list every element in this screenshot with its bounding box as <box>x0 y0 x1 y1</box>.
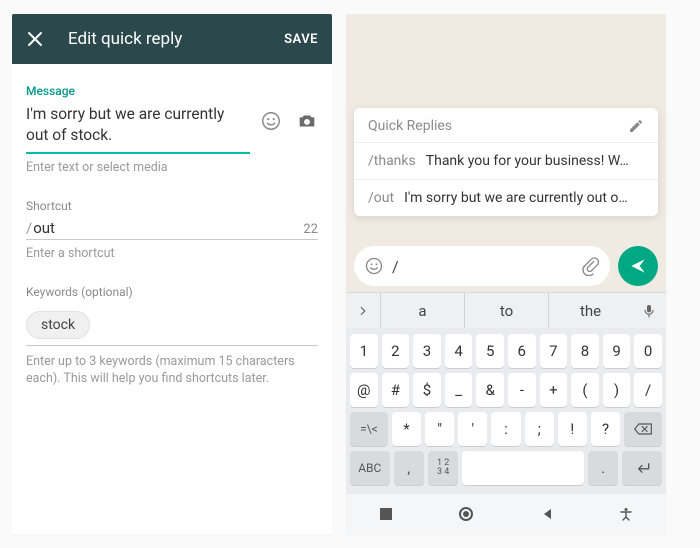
key[interactable]: ' <box>458 412 487 446</box>
key[interactable]: 8 <box>571 334 599 368</box>
keyboard-row: =\< * " ' : ; ! ? <box>350 412 662 446</box>
nav-recent-icon[interactable] <box>379 507 393 521</box>
compose-text: / <box>392 257 580 276</box>
key[interactable]: 2 <box>382 334 410 368</box>
quick-reply-cmd: /out <box>368 190 394 206</box>
key[interactable]: ! <box>558 412 587 446</box>
keywords-label: Keywords (optional) <box>26 285 318 299</box>
key-symshift[interactable]: =\< <box>350 412 388 446</box>
key-dot[interactable]: . <box>588 451 618 485</box>
keyboard-suggestion-bar: a to the <box>346 292 666 328</box>
emoji-icon[interactable] <box>260 110 282 132</box>
close-icon[interactable] <box>26 30 44 48</box>
key[interactable]: 1 <box>350 334 378 368</box>
shortcut-value: out <box>33 219 303 237</box>
message-label: Message <box>26 84 318 98</box>
key[interactable]: _ <box>445 373 473 407</box>
toolbar: Edit quick reply SAVE <box>12 14 332 64</box>
key[interactable]: 3 <box>413 334 441 368</box>
keywords-helper: Enter up to 3 keywords (maximum 15 chara… <box>26 354 318 388</box>
key[interactable]: $ <box>413 373 441 407</box>
message-input[interactable]: I'm sorry but we are currently out of st… <box>26 104 250 154</box>
key[interactable]: 7 <box>540 334 568 368</box>
key[interactable]: 0 <box>634 334 662 368</box>
save-button[interactable]: SAVE <box>284 32 318 47</box>
key[interactable]: / <box>634 373 662 407</box>
mic-icon[interactable] <box>632 303 666 319</box>
quick-replies-title: Quick Replies <box>368 118 452 134</box>
shortcut-helper: Enter a shortcut <box>26 246 318 261</box>
chat-background: Quick Replies /thanks Thank you for your… <box>346 14 666 292</box>
shortcut-slash: / <box>26 219 32 237</box>
keyboard-row: @ # $ _ & - + ( ) / <box>350 373 662 407</box>
key-mode[interactable]: ABC <box>350 451 390 485</box>
android-nav-bar <box>346 494 666 534</box>
nav-back-icon[interactable] <box>540 507 554 521</box>
chat-screen: Quick Replies /thanks Thank you for your… <box>346 14 666 534</box>
quick-reply-cmd: /thanks <box>368 153 416 169</box>
form: Message I'm sorry but we are currently o… <box>12 64 332 400</box>
enter-key[interactable] <box>622 451 662 485</box>
key[interactable]: 5 <box>476 334 504 368</box>
key[interactable]: + <box>540 373 568 407</box>
compose-row: / <box>354 246 658 286</box>
compose-input[interactable]: / <box>354 246 610 286</box>
chevron-right-icon[interactable] <box>346 304 380 318</box>
key[interactable]: ) <box>603 373 631 407</box>
key[interactable]: 4 <box>445 334 473 368</box>
edit-quick-reply-screen: Edit quick reply SAVE Message I'm sorry … <box>12 14 332 534</box>
suggestion[interactable]: the <box>548 293 632 328</box>
shortcut-label: Shortcut <box>26 199 318 213</box>
key-numpad[interactable]: 1 2 3 4 <box>428 451 458 485</box>
quick-reply-item[interactable]: /thanks Thank you for your business! W… <box>354 142 658 179</box>
key[interactable]: ( <box>571 373 599 407</box>
key[interactable]: 9 <box>603 334 631 368</box>
accessibility-icon[interactable] <box>619 507 633 521</box>
camera-icon[interactable] <box>296 110 318 132</box>
quick-reply-body: I'm sorry but we are currently out o… <box>404 190 628 206</box>
key-comma[interactable]: , <box>394 451 424 485</box>
shortcut-remaining: 22 <box>303 222 318 237</box>
keyboard: 1 2 3 4 5 6 7 8 9 0 @ # $ _ & - + ( ) / … <box>346 328 666 494</box>
suggestion[interactable]: to <box>464 293 548 328</box>
emoji-icon[interactable] <box>364 256 384 276</box>
edit-icon[interactable] <box>628 118 644 134</box>
keyboard-row: 1 2 3 4 5 6 7 8 9 0 <box>350 334 662 368</box>
key[interactable]: # <box>382 373 410 407</box>
quick-reply-body: Thank you for your business! W… <box>426 153 629 169</box>
shortcut-input[interactable]: / out 22 <box>26 219 318 240</box>
key[interactable]: - <box>508 373 536 407</box>
suggestion[interactable]: a <box>380 293 464 328</box>
key[interactable]: * <box>392 412 421 446</box>
key[interactable]: ; <box>525 412 554 446</box>
key[interactable]: ? <box>591 412 620 446</box>
key[interactable]: & <box>476 373 504 407</box>
spacebar-key[interactable] <box>462 451 584 485</box>
toolbar-title: Edit quick reply <box>68 29 284 49</box>
send-button[interactable] <box>618 246 658 286</box>
backspace-key[interactable] <box>624 412 662 446</box>
key[interactable]: @ <box>350 373 378 407</box>
quick-replies-card: Quick Replies /thanks Thank you for your… <box>354 108 658 216</box>
key[interactable]: " <box>425 412 454 446</box>
message-helper: Enter text or select media <box>26 160 318 175</box>
keyword-chip[interactable]: stock <box>26 311 90 339</box>
keywords-input[interactable]: stock <box>26 305 318 346</box>
keyboard-row: ABC , 1 2 3 4 . <box>350 451 662 485</box>
nav-home-icon[interactable] <box>458 506 474 522</box>
attach-icon[interactable] <box>580 256 600 276</box>
key[interactable]: : <box>491 412 520 446</box>
key[interactable]: 6 <box>508 334 536 368</box>
quick-reply-item[interactable]: /out I'm sorry but we are currently out … <box>354 179 658 216</box>
